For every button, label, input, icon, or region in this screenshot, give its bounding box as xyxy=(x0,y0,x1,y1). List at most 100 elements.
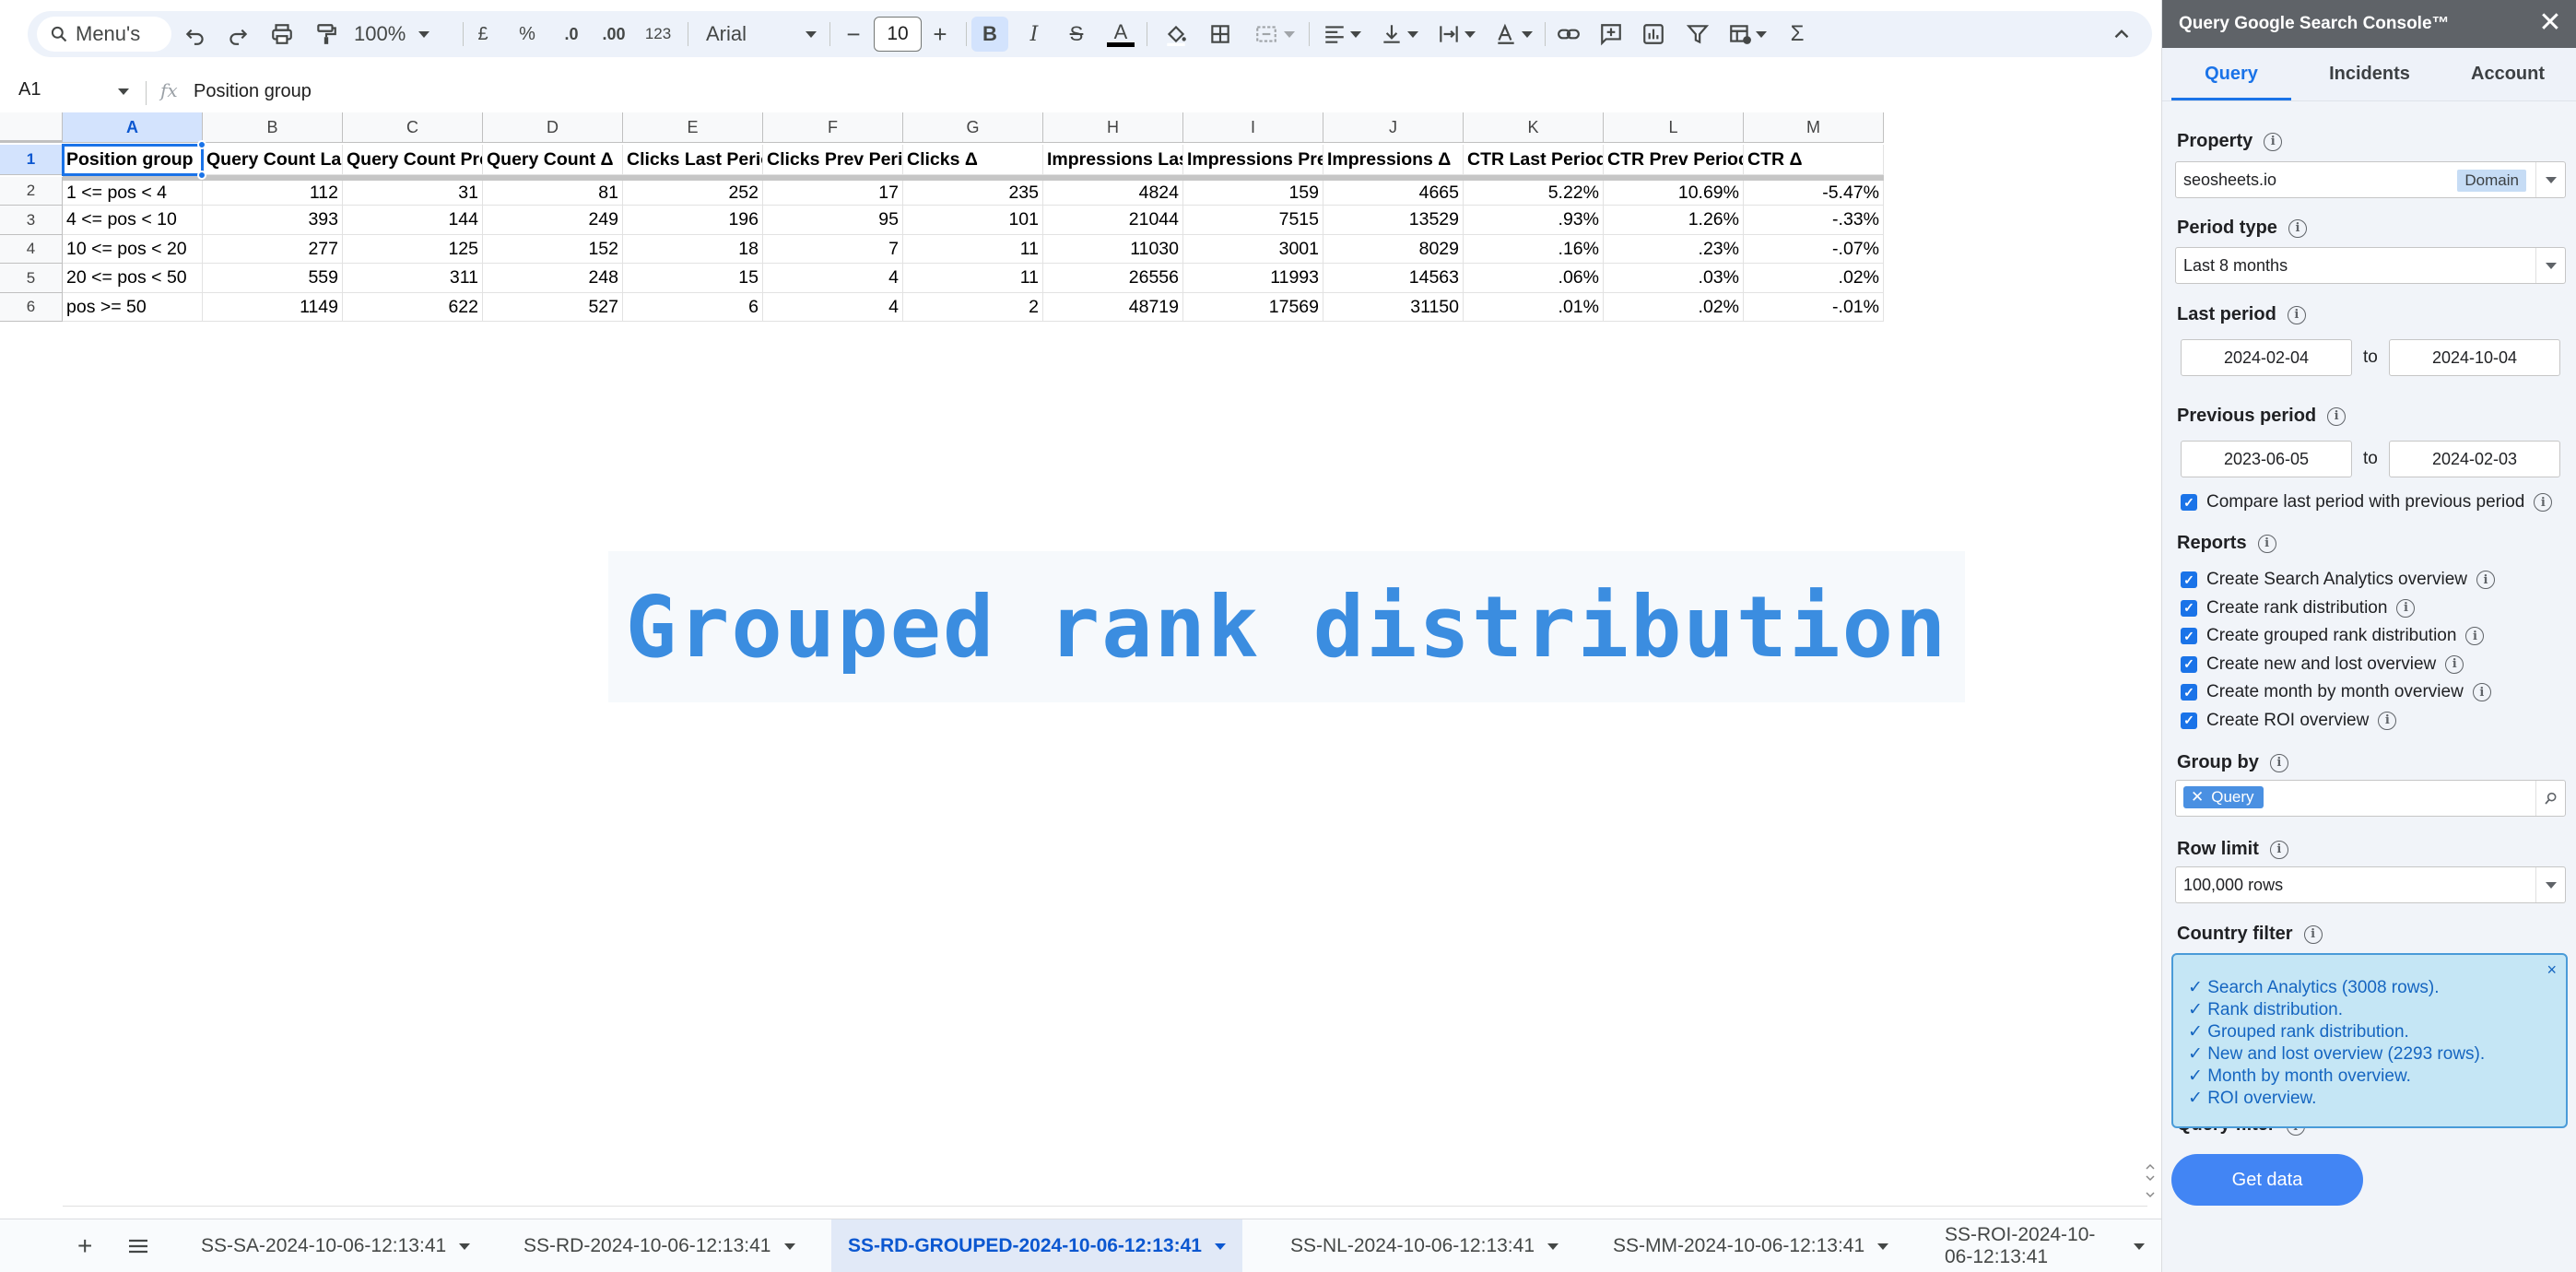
info-icon[interactable]: i xyxy=(2287,305,2306,324)
number-format-button[interactable]: 123 xyxy=(640,17,676,52)
currency-format-button[interactable]: £ xyxy=(465,17,501,52)
header-cell[interactable]: Query Count Prev Period xyxy=(343,145,483,175)
chevron-down-icon[interactable] xyxy=(1214,1243,1226,1250)
font-select[interactable]: Arial xyxy=(706,17,817,52)
dropdown-arrow[interactable] xyxy=(2535,867,2565,902)
table-cell[interactable]: .02% xyxy=(1604,293,1744,322)
row-header-4[interactable]: 4 xyxy=(0,235,63,264)
column-header-d[interactable]: D xyxy=(483,112,623,143)
table-cell[interactable]: .06% xyxy=(1464,264,1604,293)
text-wrapping-button[interactable] xyxy=(1430,17,1482,52)
table-cell[interactable]: 559 xyxy=(203,264,343,293)
header-cell[interactable]: Query Count Δ xyxy=(483,145,623,175)
paint-format-button[interactable] xyxy=(308,17,345,52)
table-cell[interactable]: 7515 xyxy=(1183,206,1323,235)
table-cell[interactable]: 10 <= pos < 20 xyxy=(63,235,203,264)
scroll-arrows-icon[interactable] xyxy=(2144,1163,2157,1200)
table-cell[interactable]: 11030 xyxy=(1043,235,1183,264)
undo-button[interactable] xyxy=(177,17,214,52)
table-cell[interactable]: 622 xyxy=(343,293,483,322)
table-cell[interactable]: -.01% xyxy=(1744,293,1884,322)
column-header-l[interactable]: L xyxy=(1604,112,1744,143)
checkbox-checked[interactable]: ✓ xyxy=(2181,571,2197,588)
info-icon[interactable]: i xyxy=(2288,218,2307,238)
previous-period-to-input[interactable]: 2024-02-03 xyxy=(2389,441,2560,477)
table-cell[interactable]: 17 xyxy=(763,181,903,206)
column-header-m[interactable]: M xyxy=(1744,112,1884,143)
info-icon[interactable]: i xyxy=(2534,493,2553,512)
query-chip[interactable]: ✕ Query xyxy=(2183,786,2264,808)
row-header-2[interactable]: 2 xyxy=(0,177,63,206)
insert-link-button[interactable] xyxy=(1550,17,1587,52)
table-cell[interactable]: 277 xyxy=(203,235,343,264)
header-cell[interactable]: Impressions Prev Period xyxy=(1183,145,1323,175)
add-sheet-button[interactable]: + xyxy=(61,1219,109,1272)
table-cell[interactable]: 6 xyxy=(623,293,763,322)
table-cell[interactable]: 4824 xyxy=(1043,181,1183,206)
insert-chart-button[interactable] xyxy=(1635,17,1672,52)
row-header-3[interactable]: 3 xyxy=(0,206,63,235)
checkbox-checked[interactable]: ✓ xyxy=(2181,628,2197,644)
table-cell[interactable]: 31 xyxy=(343,181,483,206)
column-header-c[interactable]: C xyxy=(343,112,483,143)
table-cell[interactable]: 249 xyxy=(483,206,623,235)
text-color-button[interactable]: A xyxy=(1102,17,1139,52)
table-cell[interactable]: 1 <= pos < 4 xyxy=(63,181,203,206)
checkbox-checked[interactable]: ✓ xyxy=(2181,655,2197,673)
checkbox-checked[interactable]: ✓ xyxy=(2181,494,2197,511)
vertical-align-button[interactable] xyxy=(1373,17,1425,52)
row-header-5[interactable]: 5 xyxy=(0,264,63,293)
info-icon[interactable]: i xyxy=(2269,840,2288,859)
search-button[interactable] xyxy=(2535,781,2565,816)
chevron-down-icon[interactable] xyxy=(1547,1243,1559,1250)
table-cell[interactable]: 4 xyxy=(763,293,903,322)
horizontal-align-button[interactable] xyxy=(1316,17,1368,52)
tab-incidents[interactable]: Incidents xyxy=(2300,48,2439,100)
table-cell[interactable]: 11 xyxy=(903,264,1043,293)
info-icon[interactable]: i xyxy=(2264,132,2283,151)
column-header-b[interactable]: B xyxy=(203,112,343,143)
table-cell[interactable]: 20 <= pos < 50 xyxy=(63,264,203,293)
merge-cells-button[interactable] xyxy=(1244,17,1305,52)
table-cell[interactable]: 7 xyxy=(763,235,903,264)
checkbox-checked[interactable]: ✓ xyxy=(2181,599,2197,617)
report-checkbox-row[interactable]: ✓ Create month by month overview i xyxy=(2181,682,2491,702)
last-period-from-input[interactable]: 2024-02-04 xyxy=(2181,339,2352,376)
chevron-down-icon[interactable] xyxy=(783,1243,795,1250)
table-cell[interactable]: 17569 xyxy=(1183,293,1323,322)
get-data-button[interactable]: Get data xyxy=(2171,1154,2363,1206)
select-all-corner[interactable] xyxy=(0,112,63,143)
table-cell[interactable]: 21044 xyxy=(1043,206,1183,235)
close-icon[interactable]: ✕ xyxy=(2537,9,2563,37)
table-cell[interactable]: 1149 xyxy=(203,293,343,322)
table-cell[interactable]: 11 xyxy=(903,235,1043,264)
table-cell[interactable]: .03% xyxy=(1604,264,1744,293)
row-limit-select[interactable]: 100,000 rows xyxy=(2175,866,2566,903)
column-header-j[interactable]: J xyxy=(1323,112,1464,143)
table-cell[interactable]: 248 xyxy=(483,264,623,293)
table-cell[interactable]: 31150 xyxy=(1323,293,1464,322)
insert-comment-button[interactable] xyxy=(1593,17,1629,52)
chevron-down-icon[interactable] xyxy=(2134,1243,2145,1250)
table-cell[interactable]: 5.22% xyxy=(1464,181,1604,206)
sheet-tab[interactable]: SS-MM-2024-10-06-12:13:41 xyxy=(1596,1219,1905,1272)
table-cell[interactable]: 11993 xyxy=(1183,264,1323,293)
header-cell[interactable]: CTR Last Period xyxy=(1464,145,1604,175)
table-cell[interactable]: 4 xyxy=(763,264,903,293)
table-cell[interactable]: .93% xyxy=(1464,206,1604,235)
table-cell[interactable]: 196 xyxy=(623,206,763,235)
table-cell[interactable]: 8029 xyxy=(1323,235,1464,264)
functions-button[interactable]: Σ xyxy=(1779,17,1816,52)
info-icon[interactable]: i xyxy=(2472,683,2491,701)
column-header-e[interactable]: E xyxy=(623,112,763,143)
percent-format-button[interactable]: % xyxy=(509,17,546,52)
sheet-tab[interactable]: SS-RD-GROUPED-2024-10-06-12:13:41 xyxy=(831,1219,1242,1272)
table-cell[interactable]: 3001 xyxy=(1183,235,1323,264)
table-cell[interactable]: 4665 xyxy=(1323,181,1464,206)
table-cell[interactable]: 18 xyxy=(623,235,763,264)
period-type-select[interactable]: Last 8 months xyxy=(2175,247,2566,284)
info-icon[interactable]: i xyxy=(2257,534,2276,553)
table-cell[interactable]: -.33% xyxy=(1744,206,1884,235)
borders-button[interactable] xyxy=(1202,17,1239,52)
compare-checkbox-row[interactable]: ✓ Compare last period with previous peri… xyxy=(2181,492,2553,512)
